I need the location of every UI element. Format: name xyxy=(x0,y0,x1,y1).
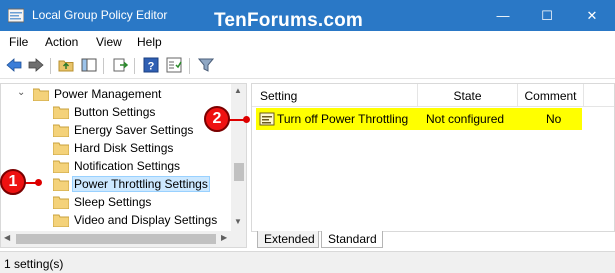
collapse-chevron-icon[interactable]: ⌄ xyxy=(17,87,25,98)
tree-item-label: Energy Saver Settings xyxy=(74,123,194,137)
scroll-thumb[interactable] xyxy=(16,234,216,244)
scroll-left-arrow-icon[interactable]: ◀ xyxy=(4,233,10,242)
back-arrow-icon[interactable] xyxy=(5,56,23,74)
show-hide-tree-icon[interactable] xyxy=(80,56,98,74)
tree-vertical-scrollbar[interactable]: ▲ ▼ xyxy=(231,84,246,231)
scroll-right-arrow-icon[interactable]: ▶ xyxy=(221,233,227,242)
maximize-button[interactable]: ☐ xyxy=(524,0,570,31)
callout-badge-1: 1 xyxy=(0,169,26,195)
tree-item-hard-disk-settings[interactable]: Hard Disk Settings xyxy=(1,139,231,157)
folder-open-icon xyxy=(33,88,49,101)
close-button[interactable]: ✕ xyxy=(569,0,615,31)
setting-state: Not configured xyxy=(426,112,505,126)
column-header-state[interactable]: State xyxy=(418,84,518,106)
callout-1-dot xyxy=(35,179,42,186)
status-bar: 1 setting(s) xyxy=(0,251,615,273)
title-bar: Local Group Policy Editor TenForums.com … xyxy=(0,0,615,31)
setting-comment: No xyxy=(546,112,562,126)
tab-extended[interactable]: Extended xyxy=(257,231,319,248)
menu-bar: File Action View Help xyxy=(0,31,615,52)
tree-item-label: Sleep Settings xyxy=(74,195,152,209)
tree-item-button-settings[interactable]: Button Settings xyxy=(1,103,231,121)
scroll-down-arrow-icon[interactable]: ▼ xyxy=(234,217,242,226)
menu-file[interactable]: File xyxy=(9,35,28,49)
folder-icon xyxy=(53,160,69,173)
folder-icon xyxy=(53,142,69,155)
export-list-icon[interactable] xyxy=(111,56,129,74)
settings-list-pane: Setting State Comment Turn off Power Thr… xyxy=(251,83,615,248)
setting-name: Turn off Power Throttling xyxy=(277,112,409,126)
watermark-text: TenForums.com xyxy=(214,10,363,31)
menu-view[interactable]: View xyxy=(96,35,122,49)
table-row[interactable]: Turn off Power Throttling Not configured… xyxy=(256,108,582,130)
scroll-up-arrow-icon[interactable]: ▲ xyxy=(234,86,242,95)
scroll-thumb[interactable] xyxy=(234,163,244,181)
column-header-comment[interactable]: Comment xyxy=(518,84,584,106)
callout-badge-2: 2 xyxy=(204,106,230,132)
folder-icon xyxy=(53,124,69,137)
folder-open-icon xyxy=(53,178,69,191)
help-icon[interactable]: ? xyxy=(142,56,160,74)
folder-icon xyxy=(53,106,69,119)
tree-item-notification-settings[interactable]: Notification Settings xyxy=(1,157,231,175)
view-tabs: Extended Standard xyxy=(251,231,615,248)
menu-help[interactable]: Help xyxy=(137,35,162,49)
tree-item-label: Video and Display Settings xyxy=(74,213,218,227)
tree-item-label: Power Management xyxy=(54,87,162,101)
tree-item-label: Button Settings xyxy=(74,105,156,119)
filter-icon[interactable] xyxy=(197,56,215,74)
tree-horizontal-scrollbar[interactable]: ◀ ▶ xyxy=(1,231,246,247)
callout-2-dot xyxy=(243,116,250,123)
tree-item-energy-saver-settings[interactable]: Energy Saver Settings xyxy=(1,121,231,139)
tree-item-label: Hard Disk Settings xyxy=(74,141,174,155)
tree-item-label: Power Throttling Settings xyxy=(72,176,210,192)
minimize-button[interactable]: — xyxy=(480,0,526,31)
policy-setting-icon xyxy=(259,112,275,126)
toolbar: ? xyxy=(0,52,615,79)
status-text: 1 setting(s) xyxy=(4,257,64,271)
menu-action[interactable]: Action xyxy=(45,35,78,49)
forward-arrow-icon[interactable] xyxy=(27,56,45,74)
svg-text:?: ? xyxy=(148,61,155,73)
up-folder-icon[interactable] xyxy=(57,56,75,74)
window-title: Local Group Policy Editor xyxy=(32,8,168,22)
tab-standard[interactable]: Standard xyxy=(321,231,383,248)
column-header-setting[interactable]: Setting xyxy=(252,84,418,106)
folder-icon xyxy=(53,196,69,209)
tree-item-video-display-settings[interactable]: Video and Display Settings xyxy=(1,211,231,229)
tree-item-sleep-settings[interactable]: Sleep Settings xyxy=(1,193,231,211)
tree-item-power-management[interactable]: ⌄ Power Management xyxy=(1,85,231,103)
tree-item-label: Notification Settings xyxy=(74,159,181,173)
properties-icon[interactable] xyxy=(165,56,183,74)
group-policy-app-icon xyxy=(8,8,24,23)
folder-icon xyxy=(53,214,69,227)
